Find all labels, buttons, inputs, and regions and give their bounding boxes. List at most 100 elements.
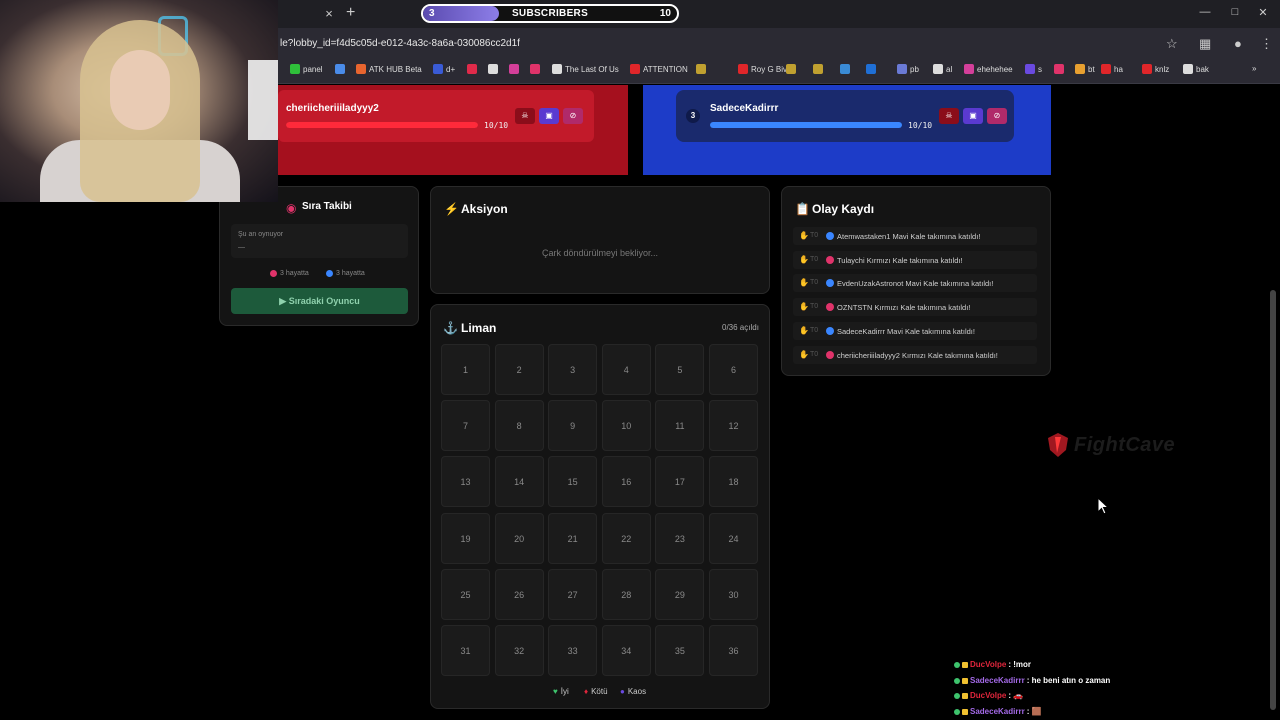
bookmark-item[interactable]	[335, 64, 348, 74]
harbor-cell[interactable]: 16	[601, 456, 651, 508]
bookmark-item[interactable]	[509, 64, 522, 74]
harbor-cell[interactable]: 12	[709, 400, 758, 452]
bookmark-item[interactable]	[786, 64, 799, 74]
event-log-entry: ✋ T0 Tulaychi Kırmızı Kale takımına katıld…	[793, 250, 1037, 269]
event-time: T0	[810, 303, 819, 311]
bookmark-item[interactable]: d+	[433, 64, 455, 74]
harbor-cell[interactable]: 14	[494, 456, 544, 508]
bookmark-favicon-icon	[530, 64, 540, 74]
bookmark-item[interactable]	[813, 64, 826, 74]
bookmark-item[interactable]: al	[933, 64, 952, 74]
harbor-cell[interactable]: 29	[655, 568, 705, 620]
bookmark-item[interactable]: ATTENTION	[630, 64, 688, 74]
harbor-cell[interactable]: 32	[494, 625, 544, 676]
fightcave-logo: FightCave	[1046, 430, 1206, 460]
bookmark-item[interactable]: panel	[290, 64, 323, 74]
harbor-cell[interactable]: 15	[548, 456, 598, 508]
harbor-cell[interactable]: 7	[441, 400, 490, 452]
harbor-cell[interactable]: 21	[548, 512, 598, 564]
tab-close-button[interactable]: ×	[322, 6, 336, 21]
harbor-cell[interactable]: 27	[548, 568, 598, 620]
bookmark-item[interactable]	[1054, 64, 1067, 74]
bookmark-label: bak	[1196, 64, 1209, 74]
harbor-cell[interactable]: 1	[441, 344, 490, 395]
harbor-cell[interactable]: 17	[655, 456, 705, 508]
maximize-icon[interactable]: □	[1228, 6, 1242, 18]
harbor-cell[interactable]: 23	[655, 512, 705, 564]
extensions-icon[interactable]: ▦	[1199, 36, 1211, 52]
bookmark-favicon-icon	[1142, 64, 1152, 74]
harbor-cell[interactable]: 6	[709, 344, 758, 395]
profile-avatar-icon[interactable]: ●	[1234, 36, 1242, 51]
close-window-icon[interactable]: ✕	[1256, 6, 1270, 19]
red-team-dot	[270, 270, 277, 277]
bookmark-item[interactable]: knlz	[1142, 64, 1169, 74]
shield-action-icon[interactable]: ▣	[963, 108, 983, 124]
bookmark-item[interactable]	[866, 64, 879, 74]
harbor-cell[interactable]: 3	[548, 344, 598, 395]
bookmark-item[interactable]: s	[1025, 64, 1042, 74]
shield-action-icon[interactable]: ▣	[539, 108, 559, 124]
bookmark-item[interactable]: pb	[897, 64, 919, 74]
skull-action-icon[interactable]: ☠	[939, 108, 959, 124]
event-text: Atemwastaken1 Mavi Kale takımına katıldı…	[837, 232, 981, 241]
bookmark-item[interactable]: bak	[1183, 64, 1209, 74]
event-time: T0	[810, 232, 819, 239]
harbor-cell[interactable]: 19	[441, 512, 490, 564]
harbor-cell[interactable]: 30	[709, 568, 758, 620]
next-player-button[interactable]: ▶ Sıradaki Oyuncu	[231, 288, 408, 314]
harbor-cell[interactable]: 18	[709, 456, 758, 508]
more-bookmarks-icon[interactable]: »	[1252, 64, 1256, 73]
harbor-cell[interactable]: 34	[601, 625, 651, 676]
bookmark-item[interactable]	[696, 64, 709, 74]
bookmark-favicon-icon	[335, 64, 345, 74]
harbor-cell[interactable]: 31	[441, 625, 490, 676]
bookmark-item[interactable]	[488, 64, 501, 74]
team-color-dot	[826, 350, 834, 359]
harbor-cell[interactable]: 5	[655, 344, 705, 395]
block-action-icon[interactable]: ⊘	[563, 108, 583, 124]
chat-message: DucVolpe: 🚗	[954, 691, 1023, 700]
wave-hand-icon: ✋	[799, 254, 809, 264]
harbor-cell[interactable]: 22	[601, 512, 651, 564]
bookmark-star-icon[interactable]: ☆	[1166, 36, 1178, 52]
harbor-cell[interactable]: 20	[494, 512, 544, 564]
harbor-cell[interactable]: 33	[548, 625, 598, 676]
block-action-icon[interactable]: ⊘	[987, 108, 1007, 124]
bookmark-favicon-icon	[696, 64, 706, 74]
bookmark-label: s	[1038, 64, 1042, 74]
browser-menu-icon[interactable]: ⋮	[1260, 36, 1273, 52]
url-input[interactable]: le?lobby_id=f4d5c05d-e012-4a3c-8a6a-0300…	[280, 38, 520, 49]
harbor-cell[interactable]: 35	[655, 625, 705, 676]
minimize-icon[interactable]: —	[1198, 6, 1212, 18]
harbor-cell[interactable]: 11	[655, 400, 705, 452]
bookmark-item[interactable]: Roy G Biv	[738, 64, 787, 74]
fightcave-shield-icon	[1048, 433, 1068, 457]
bookmark-favicon-icon	[488, 64, 498, 74]
bookmark-item[interactable]: bt	[1075, 64, 1095, 74]
bookmark-favicon-icon	[813, 64, 823, 74]
harbor-cell[interactable]: 10	[601, 400, 651, 452]
harbor-cell[interactable]: 9	[548, 400, 598, 452]
harbor-cell[interactable]: 2	[494, 344, 544, 395]
page-scrollbar[interactable]	[1270, 290, 1276, 710]
bookmark-item[interactable]	[467, 64, 480, 74]
harbor-cell[interactable]: 13	[441, 456, 490, 508]
harbor-cell[interactable]: 26	[494, 568, 544, 620]
bookmark-item[interactable]: The Last Of Us	[552, 64, 619, 74]
bookmark-favicon-icon	[933, 64, 943, 74]
harbor-cell[interactable]: 36	[709, 625, 758, 676]
harbor-cell[interactable]: 24	[709, 512, 758, 564]
bookmark-item[interactable]: ehehehee	[964, 64, 1013, 74]
opened-count: 0/36 açıldı	[722, 323, 759, 332]
bookmark-item[interactable]: ATK HUB Beta	[356, 64, 422, 74]
harbor-cell[interactable]: 28	[601, 568, 651, 620]
skull-action-icon[interactable]: ☠	[515, 108, 535, 124]
bookmark-item[interactable]: ha	[1101, 64, 1123, 74]
new-tab-button[interactable]: +	[346, 4, 355, 22]
harbor-cell[interactable]: 4	[601, 344, 651, 395]
harbor-cell[interactable]: 25	[441, 568, 490, 620]
bookmark-item[interactable]	[530, 64, 543, 74]
bookmark-item[interactable]	[840, 64, 853, 74]
harbor-cell[interactable]: 8	[494, 400, 544, 452]
